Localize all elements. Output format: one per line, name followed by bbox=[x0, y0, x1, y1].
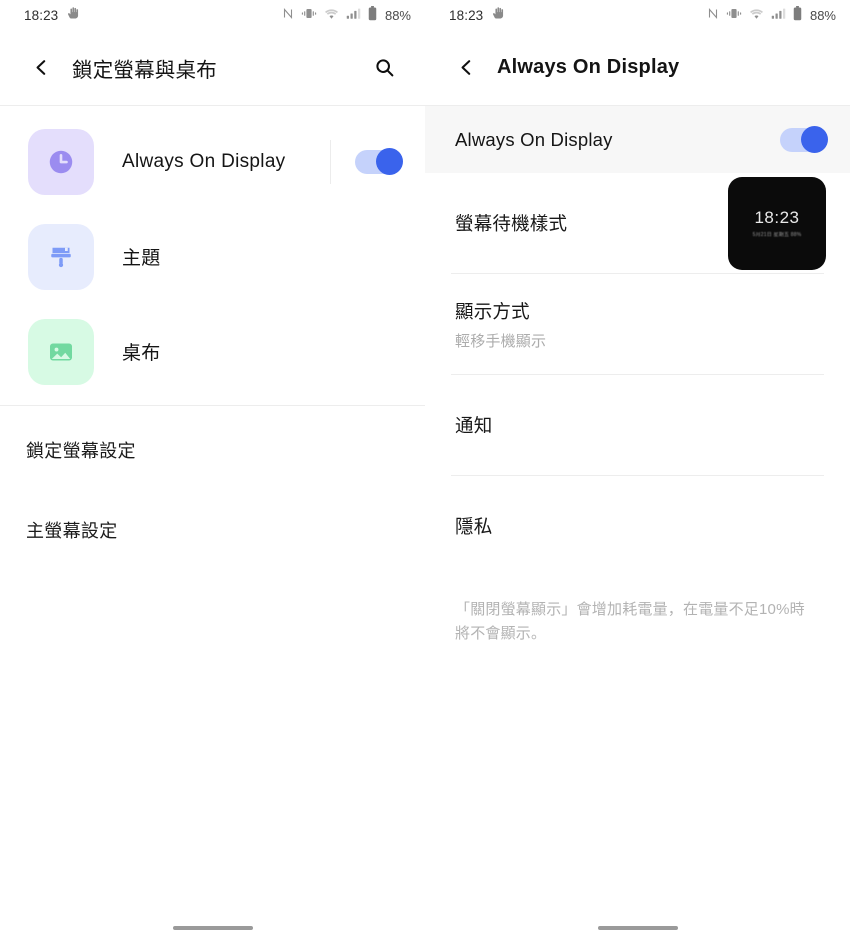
dual-screenshot-container: 18:23 88% 鎖定螢幕與桌布 Always On Display 主題 桌… bbox=[0, 0, 850, 944]
plain-row-lockscreen-settings[interactable]: 鎖定螢幕設定 bbox=[0, 410, 425, 490]
home-indicator-left[interactable] bbox=[172, 926, 253, 930]
footnote-text: 「關閉螢幕顯示」會增加耗電量，在電量不足10%時將不會顯示。 bbox=[455, 601, 805, 642]
master-toggle-label: Always On Display bbox=[455, 128, 613, 150]
tile-icon-background-paintbrush bbox=[28, 223, 94, 290]
setting-row-title: 螢幕待機樣式 bbox=[455, 213, 568, 234]
setting-row-texts: 顯示方式 輕移手機顯示 bbox=[455, 298, 546, 351]
setting-row-texts: 螢幕待機樣式 bbox=[455, 210, 567, 236]
setting-row-privacy[interactable]: 隱私 bbox=[425, 476, 850, 576]
aod-preview-subtext: 5月21日 星期五 88% bbox=[752, 232, 802, 238]
status-bar-left-group: 18:23 bbox=[449, 6, 507, 24]
switch-knob bbox=[376, 147, 403, 175]
app-bar-right: Always On Display bbox=[425, 30, 850, 105]
right-phone-screen: 18:23 88% Always On Display Always On Di… bbox=[425, 0, 850, 944]
tile-list: Always On Display 主題 桌布 bbox=[0, 106, 425, 405]
setting-row-title: 隱私 bbox=[455, 516, 493, 537]
battery-percent-label: 88% bbox=[809, 7, 836, 23]
tile-vertical-divider bbox=[330, 139, 331, 184]
setting-row-subtitle: 輕移手機顯示 bbox=[455, 332, 547, 350]
chevron-left-icon bbox=[36, 60, 45, 75]
battery-icon bbox=[368, 6, 377, 24]
wifi-icon bbox=[324, 8, 339, 23]
tile-row-always-on-display[interactable]: Always On Display bbox=[0, 114, 425, 209]
app-bar-left: 鎖定螢幕與桌布 bbox=[0, 30, 425, 105]
status-bar-right-group: 88% bbox=[707, 6, 836, 24]
battery-percent-label: 88% bbox=[384, 7, 411, 23]
wifi-icon bbox=[749, 8, 764, 23]
nfc-icon bbox=[282, 7, 294, 23]
plain-row-label: 主螢幕設定 bbox=[26, 521, 118, 541]
page-title-left: 鎖定螢幕與桌布 bbox=[72, 58, 217, 82]
switch-knob bbox=[801, 125, 828, 153]
status-bar-right: 18:23 88% bbox=[425, 0, 850, 30]
status-bar-clock: 18:23 bbox=[449, 7, 484, 23]
status-bar-right-group: 88% bbox=[282, 6, 411, 24]
tile-icon-background-image bbox=[28, 318, 94, 385]
plain-row-homescreen-settings[interactable]: 主螢幕設定 bbox=[0, 490, 425, 570]
setting-row-notifications[interactable]: 通知 bbox=[425, 375, 850, 475]
page-title-right: Always On Display bbox=[497, 56, 680, 78]
tile-row-theme[interactable]: 主題 bbox=[0, 209, 425, 304]
vibrate-icon bbox=[301, 7, 317, 23]
always-on-display-switch-left[interactable] bbox=[355, 147, 403, 175]
status-bar-clock: 18:23 bbox=[24, 7, 59, 23]
image-icon bbox=[50, 343, 72, 360]
signal-icon bbox=[771, 7, 786, 23]
paintbrush-icon bbox=[51, 247, 71, 267]
hand-gesture-icon bbox=[67, 6, 82, 24]
master-toggle-row[interactable]: Always On Display bbox=[425, 106, 850, 173]
always-on-display-switch-right[interactable] bbox=[780, 125, 828, 153]
setting-row-title: 顯示方式 bbox=[455, 300, 530, 322]
tile-row-wallpaper[interactable]: 桌布 bbox=[0, 304, 425, 399]
status-bar-left: 18:23 88% bbox=[0, 0, 425, 30]
tile-icon-background-clock bbox=[28, 128, 94, 195]
setting-row-title: 通知 bbox=[455, 415, 493, 436]
back-button-right[interactable] bbox=[451, 53, 481, 83]
setting-row-aod-style[interactable]: 螢幕待機樣式 18:23 5月21日 星期五 88% bbox=[425, 173, 850, 273]
aod-preview-thumbnail[interactable]: 18:23 5月21日 星期五 88% bbox=[728, 176, 826, 270]
plain-row-list: 鎖定螢幕設定 主螢幕設定 bbox=[0, 406, 425, 570]
setting-row-texts: 通知 bbox=[455, 412, 492, 438]
tile-label-theme: 主題 bbox=[122, 248, 161, 269]
search-button[interactable] bbox=[367, 51, 401, 85]
signal-icon bbox=[346, 7, 361, 23]
tile-label-wallpaper: 桌布 bbox=[122, 343, 161, 364]
back-button-left[interactable] bbox=[26, 53, 56, 83]
battery-icon bbox=[793, 6, 802, 24]
setting-row-texts: 隱私 bbox=[455, 513, 492, 539]
aod-preview-time: 18:23 bbox=[754, 208, 800, 227]
tile-label-always-on-display: Always On Display bbox=[122, 150, 286, 172]
left-phone-screen: 18:23 88% 鎖定螢幕與桌布 Always On Display 主題 桌… bbox=[0, 0, 425, 944]
chevron-left-icon bbox=[461, 60, 470, 75]
plain-row-label: 鎖定螢幕設定 bbox=[26, 441, 136, 461]
setting-row-display-mode[interactable]: 顯示方式 輕移手機顯示 bbox=[425, 274, 850, 374]
clock-icon bbox=[49, 150, 73, 173]
status-bar-left-group: 18:23 bbox=[24, 6, 82, 24]
search-icon bbox=[375, 59, 393, 77]
home-indicator-right[interactable] bbox=[597, 926, 678, 930]
vibrate-icon bbox=[726, 7, 742, 23]
hand-gesture-icon bbox=[492, 6, 507, 24]
nfc-icon bbox=[707, 7, 719, 23]
